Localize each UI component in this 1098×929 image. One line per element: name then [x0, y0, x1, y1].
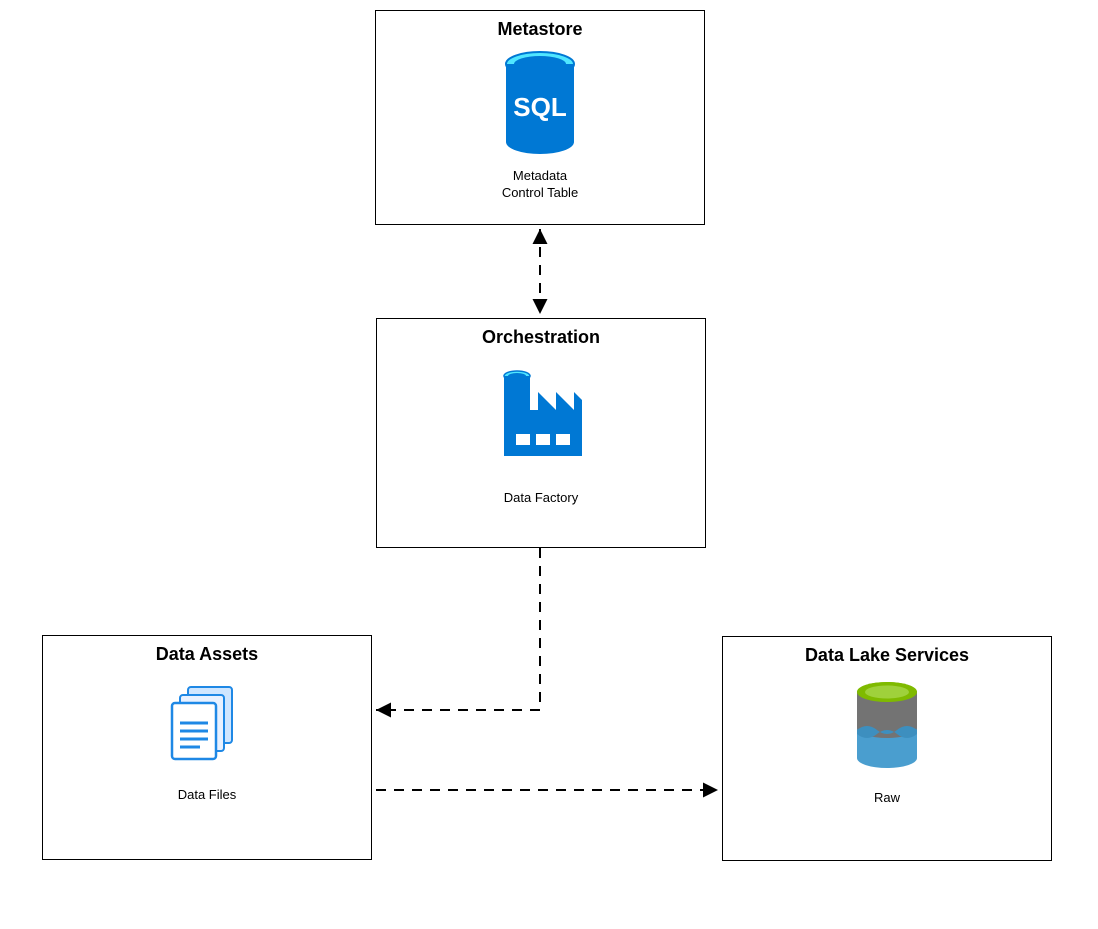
svg-text:SQL: SQL	[513, 92, 567, 122]
caption-metastore: Metadata Control Table	[376, 168, 704, 202]
data-lake-icon	[723, 680, 1051, 776]
caption-data-assets: Data Files	[43, 787, 371, 804]
data-files-icon	[43, 681, 371, 771]
title-data-lake: Data Lake Services	[723, 645, 1051, 666]
caption-orchestration: Data Factory	[377, 490, 705, 507]
box-data-lake: Data Lake Services Raw	[722, 636, 1052, 861]
caption-data-lake: Raw	[723, 790, 1051, 807]
caption-line: Control Table	[502, 185, 578, 200]
title-data-assets: Data Assets	[43, 644, 371, 665]
box-orchestration: Orchestration Data Factory	[376, 318, 706, 548]
connector-orchestration-data-assets	[376, 548, 540, 710]
title-orchestration: Orchestration	[377, 327, 705, 348]
title-metastore: Metastore	[376, 19, 704, 40]
box-data-assets: Data Assets Data Files	[42, 635, 372, 860]
box-metastore: Metastore SQL Metadata Control Table	[375, 10, 705, 225]
sql-database-icon: SQL	[376, 50, 704, 160]
caption-line: Metadata	[513, 168, 567, 183]
data-factory-icon	[377, 358, 705, 468]
